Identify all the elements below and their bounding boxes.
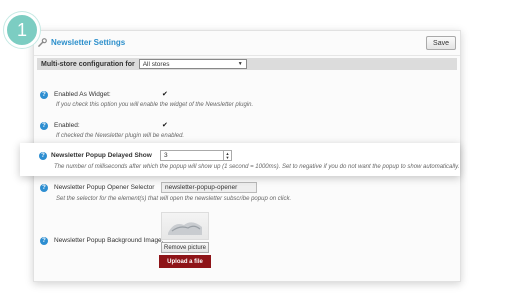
panel-title: Newsletter Settings [38,38,125,47]
field-label: Newsletter Popup Opener Selector [54,184,155,191]
help-icon: ? [40,91,48,99]
field-help: If you check this option you will enable… [56,102,254,108]
delayed-show-value: 3 [164,152,168,159]
help-icon: ? [40,237,48,245]
remove-picture-button[interactable]: Remove picture [161,242,209,253]
panel-title-text: Newsletter Settings [51,38,126,47]
multistore-bar: Multi-store configuration for All stores… [37,58,457,70]
enabled-as-widget-checkbox[interactable]: ✔ [162,90,168,98]
chevron-down-icon: ▼ [237,61,243,67]
image-preview-icon [168,222,202,235]
opener-selector-input[interactable]: newsletter-popup-opener [161,182,257,193]
delayed-show-input[interactable]: 3 ▲ ▼ [160,150,232,161]
save-button[interactable]: Save [426,36,456,50]
store-select-value: All stores [142,60,170,68]
opener-selector-value: newsletter-popup-opener [165,184,238,191]
field-help: The number of milliseconds after which t… [54,164,460,170]
field-help: Set the selector for the element(s) that… [56,196,292,202]
panel-header: Newsletter Settings Save [34,31,460,56]
help-icon: ? [40,122,48,130]
step-badge: 1 [4,12,40,48]
background-image-thumbnail [161,212,209,240]
help-icon: ? [40,184,48,192]
field-delayed-show: ? Newsletter Popup Delayed Show 3 ▲ ▼ The… [20,143,460,176]
spinner-arrows-icon[interactable]: ▲ ▼ [223,151,231,160]
step-number: 1 [16,19,27,40]
field-label: Enabled: [54,122,80,129]
enabled-checkbox[interactable]: ✔ [162,121,168,129]
field-label: Newsletter Popup Delayed Show [51,152,152,159]
wrench-icon [38,38,47,47]
help-icon: ? [39,152,47,160]
field-label: Newsletter Popup Background Image: [54,237,164,244]
upload-file-button[interactable]: Upload a file [159,255,211,268]
field-label: Enabled As Widget: [54,91,111,98]
field-help: If checked the Newsletter plugin will be… [56,133,185,139]
multistore-label: Multi-store configuration for [41,60,135,68]
store-select[interactable]: All stores ▼ [138,59,247,69]
